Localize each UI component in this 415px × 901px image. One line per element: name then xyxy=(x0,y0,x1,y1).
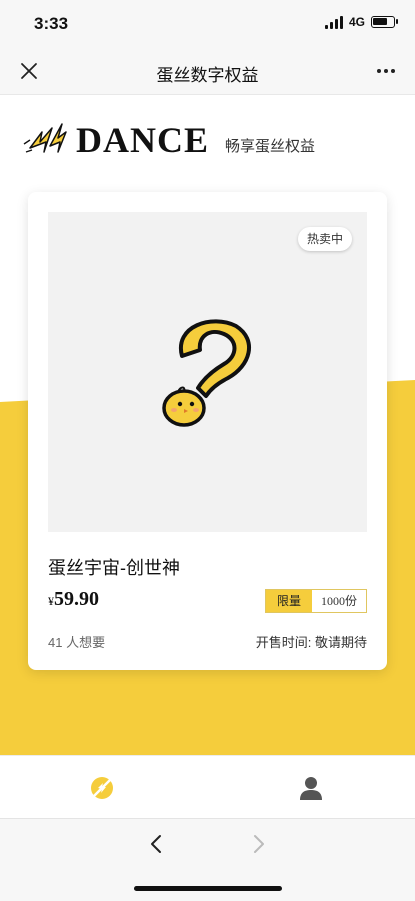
home-logo-icon xyxy=(91,777,113,799)
status-time: 3:33 xyxy=(34,14,69,33)
profile-icon xyxy=(300,777,322,800)
chevron-right-icon xyxy=(254,835,264,853)
limit-value: 1000份 xyxy=(311,590,366,612)
product-price: ¥59.90 xyxy=(48,588,99,611)
home-indicator[interactable] xyxy=(134,886,282,891)
mystery-question-chick-icon xyxy=(162,319,251,427)
more-button[interactable] xyxy=(371,58,401,84)
tab-profile[interactable] xyxy=(298,775,324,801)
brand-header: DANCE 畅享蛋丝权益 xyxy=(22,118,315,158)
page-title: 蛋丝数字权益 xyxy=(156,66,259,85)
more-dots-icon xyxy=(377,69,381,73)
browser-toolbar xyxy=(0,818,415,901)
price-value: 59.90 xyxy=(54,588,99,610)
product-image[interactable]: 热卖中 xyxy=(48,212,367,532)
sale-time: 开售时间: 敬请期待 xyxy=(255,635,367,650)
nav-bar: 蛋丝数字权益 xyxy=(0,48,415,95)
network-type: 4G xyxy=(348,15,365,29)
tab-home[interactable] xyxy=(89,775,115,801)
signal-icon xyxy=(324,15,343,29)
back-button[interactable] xyxy=(146,833,168,855)
status-bar: 3:33 4G xyxy=(0,0,415,48)
limited-quantity-tag: 限量 1000份 xyxy=(264,589,367,613)
tab-bar xyxy=(0,755,415,818)
brand-tagline: 畅享蛋丝权益 xyxy=(225,138,316,155)
product-title: 蛋丝宇宙-创世神 xyxy=(48,558,180,578)
lightning-bolt-icon xyxy=(23,123,67,153)
chevron-left-icon xyxy=(151,835,161,853)
limit-label: 限量 xyxy=(265,590,312,612)
product-card[interactable]: 热卖中 蛋丝宇宙-创世神 ¥59.90 限量 1000份 41 人想要 开售时间… xyxy=(28,192,387,670)
hot-sale-badge: 热卖中 xyxy=(297,227,352,251)
brand-name: DANCE xyxy=(76,120,210,160)
wants-count: 41 人想要 xyxy=(48,635,106,650)
forward-button[interactable] xyxy=(247,833,269,855)
status-indicators: 4G xyxy=(324,15,398,29)
battery-icon xyxy=(371,16,398,28)
